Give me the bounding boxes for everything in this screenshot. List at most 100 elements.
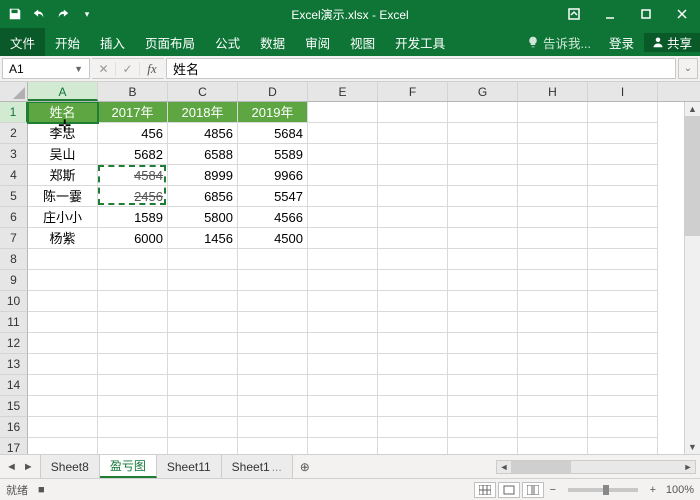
cell[interactable] xyxy=(518,375,588,396)
cell[interactable]: 5682 xyxy=(98,144,168,165)
zoom-slider[interactable] xyxy=(568,488,638,492)
cell[interactable]: 1456 xyxy=(168,228,238,249)
cell[interactable] xyxy=(98,375,168,396)
page-layout-view-button[interactable] xyxy=(498,482,520,498)
cell[interactable] xyxy=(28,417,98,438)
cell[interactable] xyxy=(518,228,588,249)
maximize-button[interactable] xyxy=(628,0,664,28)
cell[interactable] xyxy=(238,249,308,270)
cancel-formula-button[interactable]: ✕ xyxy=(92,62,116,76)
cell[interactable]: 5684 xyxy=(238,123,308,144)
cell[interactable] xyxy=(308,144,378,165)
column-header[interactable]: G xyxy=(448,82,518,101)
cell[interactable]: 6856 xyxy=(168,186,238,207)
cell[interactable] xyxy=(448,438,518,454)
column-header[interactable]: B xyxy=(98,82,168,101)
row-header[interactable]: 2 xyxy=(0,123,28,144)
cell[interactable] xyxy=(448,144,518,165)
cell[interactable]: 5589 xyxy=(238,144,308,165)
cell[interactable] xyxy=(378,354,448,375)
column-header[interactable]: C xyxy=(168,82,238,101)
scroll-right-icon[interactable]: ► xyxy=(681,462,695,472)
insert-function-button[interactable]: fx xyxy=(140,61,164,77)
cell[interactable]: 2018年 xyxy=(168,102,238,123)
cell[interactable] xyxy=(308,165,378,186)
tab-pagelayout[interactable]: 页面布局 xyxy=(135,28,205,56)
minimize-button[interactable] xyxy=(592,0,628,28)
column-header[interactable]: E xyxy=(308,82,378,101)
cell[interactable]: 4856 xyxy=(168,123,238,144)
cell[interactable] xyxy=(238,312,308,333)
close-button[interactable] xyxy=(664,0,700,28)
name-box[interactable]: A1 ▼ xyxy=(2,58,90,79)
scroll-left-icon[interactable]: ◄ xyxy=(497,462,511,472)
cell[interactable] xyxy=(308,186,378,207)
cell[interactable] xyxy=(168,291,238,312)
tell-me-search[interactable]: 告诉我... xyxy=(519,33,599,52)
sheet-tab[interactable]: 盈亏图 xyxy=(100,455,157,478)
cell[interactable] xyxy=(518,396,588,417)
cell[interactable]: 8999 xyxy=(168,165,238,186)
cell[interactable] xyxy=(588,396,658,417)
cell[interactable] xyxy=(588,375,658,396)
sheet-nav-prev[interactable]: ◄ xyxy=(4,461,19,473)
qat-customize[interactable]: ▾ xyxy=(76,3,98,25)
cell[interactable] xyxy=(168,312,238,333)
tab-formulas[interactable]: 公式 xyxy=(205,28,250,56)
sheet-nav-buttons[interactable]: ◄ ► xyxy=(0,455,40,478)
formula-input[interactable]: 姓名 xyxy=(166,58,676,79)
cell[interactable] xyxy=(308,396,378,417)
cell[interactable] xyxy=(308,291,378,312)
cell[interactable] xyxy=(448,249,518,270)
cell[interactable] xyxy=(238,417,308,438)
cell[interactable] xyxy=(588,102,658,123)
cell[interactable] xyxy=(308,270,378,291)
cell[interactable] xyxy=(378,228,448,249)
cell[interactable] xyxy=(308,333,378,354)
column-header[interactable]: D xyxy=(238,82,308,101)
cell[interactable] xyxy=(518,144,588,165)
cell[interactable] xyxy=(168,333,238,354)
cell[interactable]: 5800 xyxy=(168,207,238,228)
cell[interactable] xyxy=(378,102,448,123)
cell[interactable] xyxy=(168,396,238,417)
cell[interactable] xyxy=(518,417,588,438)
cell[interactable] xyxy=(308,228,378,249)
cell[interactable] xyxy=(308,123,378,144)
cell[interactable] xyxy=(308,249,378,270)
cell[interactable] xyxy=(588,354,658,375)
cell[interactable] xyxy=(378,291,448,312)
column-header[interactable]: F xyxy=(378,82,448,101)
cell[interactable] xyxy=(588,144,658,165)
cell[interactable] xyxy=(588,312,658,333)
cell[interactable] xyxy=(308,438,378,454)
zoom-out-button[interactable]: − xyxy=(546,484,560,496)
cell[interactable] xyxy=(518,165,588,186)
row-header[interactable]: 15 xyxy=(0,396,28,417)
cell[interactable] xyxy=(238,375,308,396)
scrollbar-thumb[interactable] xyxy=(685,116,700,236)
cell[interactable] xyxy=(168,438,238,454)
cell[interactable] xyxy=(588,186,658,207)
cell[interactable] xyxy=(588,249,658,270)
cell[interactable] xyxy=(378,207,448,228)
cell[interactable]: 9966 xyxy=(238,165,308,186)
cell[interactable] xyxy=(588,438,658,454)
cell[interactable] xyxy=(238,270,308,291)
tab-data[interactable]: 数据 xyxy=(250,28,295,56)
cell[interactable] xyxy=(448,270,518,291)
cell[interactable]: 4566 xyxy=(238,207,308,228)
cell[interactable] xyxy=(588,228,658,249)
row-header[interactable]: 13 xyxy=(0,354,28,375)
row-header[interactable]: 8 xyxy=(0,249,28,270)
cell[interactable] xyxy=(308,207,378,228)
cell[interactable] xyxy=(448,333,518,354)
sheet-tab[interactable]: Sheet11 xyxy=(157,455,222,478)
cell[interactable] xyxy=(518,312,588,333)
cell[interactable]: 2456 xyxy=(98,186,168,207)
row-header[interactable]: 6 xyxy=(0,207,28,228)
cell[interactable] xyxy=(28,396,98,417)
ribbon-options-button[interactable] xyxy=(556,0,592,28)
cell[interactable] xyxy=(588,207,658,228)
cell[interactable] xyxy=(98,438,168,454)
